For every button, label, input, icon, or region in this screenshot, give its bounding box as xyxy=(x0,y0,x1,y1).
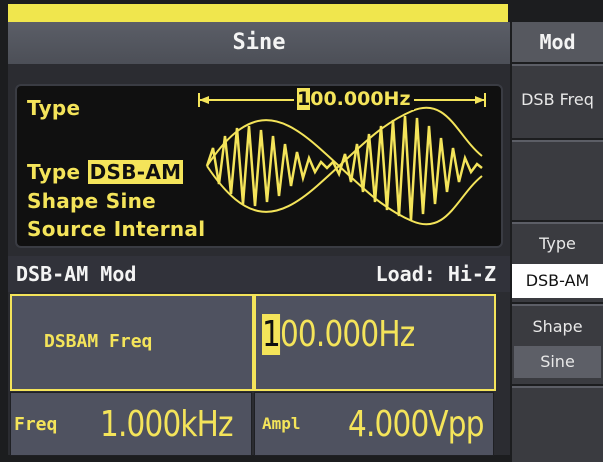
type-line: Type DSB-AM xyxy=(27,160,184,184)
amplitude-label: Ampl xyxy=(262,414,301,433)
modulation-frequency-marker: 100.000Hz xyxy=(294,88,414,110)
amplitude-value: 4.000Vpp xyxy=(348,404,484,445)
dsbam-freq-label: DSBAM Freq xyxy=(44,331,153,352)
type-value-highlight: DSB-AM xyxy=(87,160,184,184)
shape-line: Shape Sine xyxy=(27,189,157,213)
dsbam-freq-cursor-digit: 1 xyxy=(262,314,281,355)
softkey-type-label: Type xyxy=(539,234,576,253)
waveform-title: Sine xyxy=(8,22,510,64)
dsbam-freq-value[interactable]: 100.000Hz xyxy=(262,314,415,355)
dsbam-freq-value-rest: 00.000Hz xyxy=(279,314,415,355)
instrument-screen: Sine Type Type DSB-AM Shape Sine Source … xyxy=(0,0,603,462)
type-heading: Type xyxy=(27,96,81,120)
softkey-dsb-freq-label: DSB Freq xyxy=(521,90,594,109)
carrier-freq-value: 1.000kHz xyxy=(100,404,234,445)
softkey-blank-1[interactable] xyxy=(512,140,603,220)
frequency-marker-rest: 00.000Hz xyxy=(310,88,411,110)
type-prefix: Type xyxy=(27,160,81,184)
softkey-blank-2[interactable] xyxy=(512,386,603,462)
softkey-header: Mod xyxy=(512,22,603,62)
softkey-shape-value[interactable]: Sine xyxy=(514,346,601,378)
carrier-freq-label: Freq xyxy=(14,414,58,435)
load-indicator: Load: Hi-Z xyxy=(375,262,496,286)
softkey-type-value[interactable]: DSB-AM xyxy=(512,264,603,298)
status-bar: DSB-AM Mod Load: Hi-Z xyxy=(8,256,510,292)
softkey-shape-label: Shape xyxy=(532,317,583,336)
waveform-preview-panel: Type Type DSB-AM Shape Sine Source Inter… xyxy=(15,84,503,248)
frequency-cursor-digit: 1 xyxy=(297,88,311,110)
modulation-mode-label: DSB-AM Mod xyxy=(16,262,137,286)
source-line: Source Internal xyxy=(27,217,206,241)
